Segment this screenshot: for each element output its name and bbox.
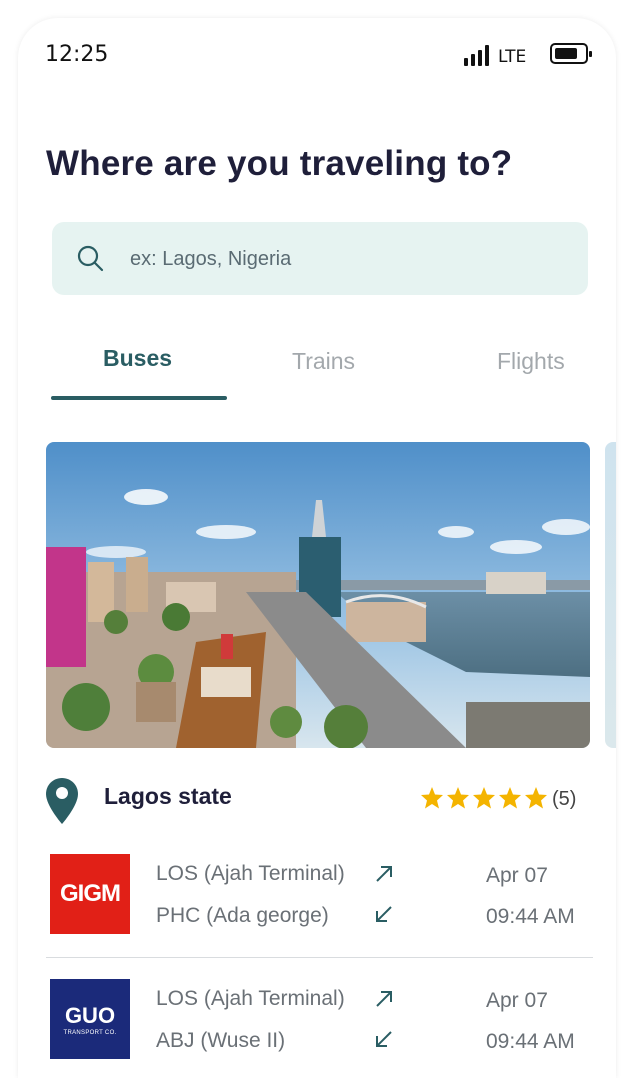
network-label: LTE — [498, 47, 527, 67]
search-icon — [77, 245, 104, 272]
arrow-down-left-icon — [376, 906, 392, 922]
star-icon — [447, 787, 469, 809]
search-bar[interactable] — [52, 222, 588, 295]
divider — [46, 957, 593, 958]
location-pin-icon — [46, 778, 78, 824]
route-from: LOS (Ajah Terminal) — [156, 862, 345, 885]
page-title: Where are you traveling to? — [46, 144, 513, 183]
arrow-up-right-icon — [376, 991, 392, 1007]
star-icon — [525, 787, 547, 809]
route-item[interactable]: GIGM LOS (Ajah Terminal) PHC (Ada george… — [46, 854, 591, 954]
star-icon — [421, 787, 443, 809]
tab-buses[interactable]: Buses — [103, 345, 172, 372]
battery-icon — [550, 43, 592, 64]
rating-count: (5) — [552, 788, 577, 810]
route-item[interactable]: GUO TRANSPORT CO. LOS (Ajah Terminal) AB… — [46, 979, 591, 1078]
route-to: PHC (Ada george) — [156, 904, 329, 927]
operator-logo: GIGM — [50, 854, 130, 934]
phone-frame: 12:25 LTE Where are you traveling to? Bu… — [18, 18, 616, 1078]
route-date: Apr 07 — [486, 864, 548, 887]
operator-logo-text: GUO — [64, 1002, 116, 1028]
active-tab-indicator — [51, 396, 227, 400]
route-time: 09:44 AM — [486, 905, 575, 928]
operator-logo-text: GIGM — [60, 880, 121, 907]
route-from: LOS (Ajah Terminal) — [156, 987, 345, 1010]
status-time: 12:25 — [45, 42, 109, 67]
route-to: ABJ (Wuse II) — [156, 1029, 286, 1052]
tab-flights[interactable]: Flights — [497, 348, 565, 375]
destination-image[interactable] — [46, 442, 590, 748]
signal-icon — [464, 44, 489, 66]
operator-logo-subtitle: TRANSPORT CO. — [63, 1029, 117, 1036]
route-date: Apr 07 — [486, 989, 548, 1012]
destination-name: Lagos state — [104, 783, 232, 809]
next-card-preview[interactable] — [605, 442, 616, 748]
operator-logo: GUO TRANSPORT CO. — [50, 979, 130, 1059]
arrow-up-right-icon — [376, 866, 392, 882]
rating-stars — [420, 786, 548, 810]
star-icon — [473, 787, 495, 809]
arrow-down-left-icon — [376, 1031, 392, 1047]
star-icon — [499, 787, 521, 809]
route-time: 09:44 AM — [486, 1030, 575, 1053]
tab-trains[interactable]: Trains — [292, 348, 355, 375]
search-input[interactable] — [128, 242, 562, 276]
